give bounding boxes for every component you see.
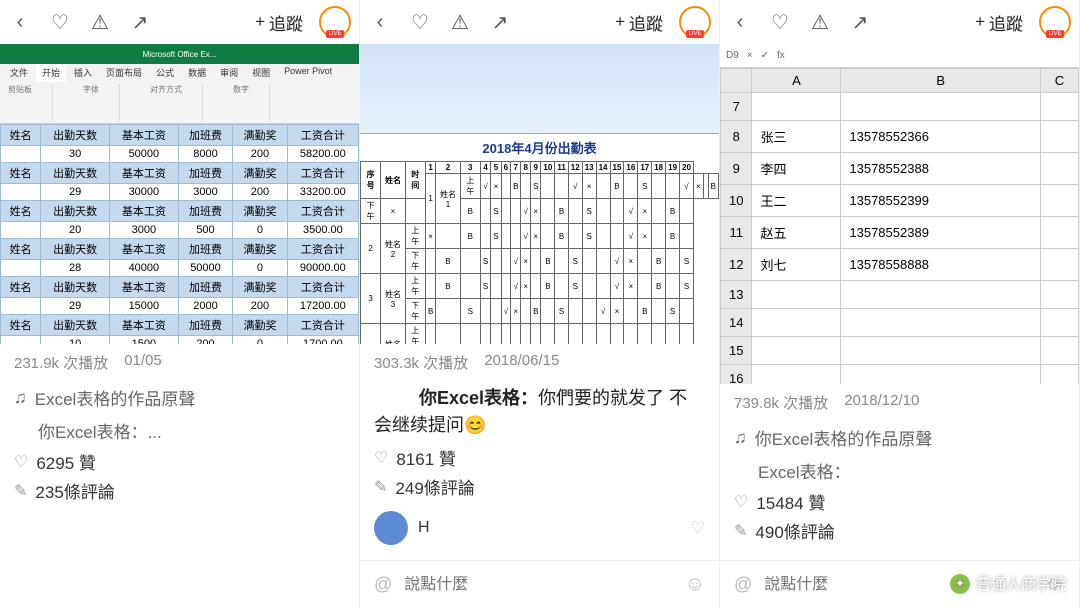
commenter-initial: H bbox=[418, 519, 430, 537]
play-meta: 231.9k 次播放 01/05 bbox=[0, 344, 359, 381]
comment-icon: ✎ bbox=[14, 481, 27, 501]
spreadsheet-table: ABC78张三135785523669李四1357855238810王二1357… bbox=[720, 68, 1079, 384]
play-count: 231.9k 次播放 bbox=[14, 352, 108, 373]
heart-icon[interactable]: ♡ bbox=[408, 10, 432, 35]
music-icon: ♫ bbox=[14, 388, 27, 408]
play-meta: 739.8k 次播放 2018/12/10 bbox=[720, 384, 1079, 421]
excel-tabs: 文件 开始 插入 页面布局 公式 数据 审阅 视图 Power Pivot bbox=[0, 64, 359, 82]
likes-line[interactable]: ♡ 8161 贊 bbox=[360, 443, 719, 472]
warning-icon[interactable]: ⚠ bbox=[88, 10, 112, 35]
description: 你Excel表格：你們要的就发了 不会继续提问😊 bbox=[360, 381, 719, 443]
attendance-grid: 序号姓名时间12345678910111213141516171819201姓名… bbox=[360, 161, 719, 344]
heart-outline-icon: ♡ bbox=[14, 452, 28, 472]
excel-ribbon-groups: 剪贴板 字体 对齐方式 数字 bbox=[0, 82, 359, 124]
video-thumbnail[interactable]: D9 ×✓ fx ABC78张三135785523669李四1357855238… bbox=[720, 44, 1079, 384]
comments-line[interactable]: ✎ 235條評論 bbox=[0, 476, 359, 505]
excel-sheet: 姓名出勤天数基本工资加班费满勤奖工资合计3050000800020058200.… bbox=[0, 124, 359, 344]
fx-icon: fx bbox=[777, 50, 785, 61]
topbar: ‹ ♡ ⚠ ↗ +追蹤 bbox=[720, 0, 1079, 44]
video-thumbnail[interactable]: 2018年4月份出勤表 序号姓名时间1234567891011121314151… bbox=[360, 44, 719, 344]
mention-icon[interactable]: @ bbox=[734, 574, 752, 595]
attendance-title: 2018年4月份出勤表 bbox=[360, 134, 719, 161]
heart-outline-icon: ♡ bbox=[734, 492, 748, 512]
author-line[interactable]: 你Excel表格：... bbox=[0, 414, 359, 447]
topbar: ‹ ♡ ⚠ ↗ + 追蹤 bbox=[0, 0, 359, 44]
heart-outline-icon: ♡ bbox=[374, 448, 388, 468]
comments-line[interactable]: ✎ 490條評論 bbox=[720, 516, 1079, 545]
avatar-live-icon[interactable] bbox=[319, 6, 351, 38]
heart-outline-icon[interactable]: ♡ bbox=[691, 518, 705, 538]
heart-icon[interactable]: ♡ bbox=[768, 10, 792, 35]
video-panel-1: ‹ ♡ ⚠ ↗ + 追蹤 Microsoft Office Ex... 文件 开… bbox=[0, 0, 360, 608]
play-count: 739.8k 次播放 bbox=[734, 392, 828, 413]
play-meta: 303.3k 次播放 2018/06/15 bbox=[360, 344, 719, 381]
warning-icon[interactable]: ⚠ bbox=[808, 10, 832, 35]
video-thumbnail[interactable]: Microsoft Office Ex... 文件 开始 插入 页面布局 公式 … bbox=[0, 44, 359, 344]
play-date: 2018/12/10 bbox=[844, 392, 919, 413]
topbar: ‹ ♡ ⚠ ↗ +追蹤 bbox=[360, 0, 719, 44]
follow-button[interactable]: +追蹤 bbox=[975, 10, 1023, 35]
play-date: 01/05 bbox=[124, 352, 162, 373]
follow-button[interactable]: + 追蹤 bbox=[255, 10, 303, 35]
emoji-icon[interactable]: ☺ bbox=[685, 573, 705, 596]
comment-bar: @ ☺ bbox=[360, 560, 719, 608]
formula-bar: D9 ×✓ fx bbox=[720, 44, 1079, 68]
warning-icon[interactable]: ⚠ bbox=[448, 10, 472, 35]
mention-icon[interactable]: @ bbox=[374, 574, 392, 595]
author-line[interactable]: Excel表格： bbox=[720, 454, 1079, 487]
likes-line[interactable]: ♡ 15484 贊 bbox=[720, 487, 1079, 516]
comment-icon: ✎ bbox=[374, 477, 387, 497]
excel-titlebar: Microsoft Office Ex... bbox=[0, 44, 359, 64]
back-icon[interactable]: ‹ bbox=[8, 11, 32, 34]
music-icon: ♫ bbox=[734, 428, 747, 448]
excel-ribbon: Microsoft Office Ex... 文件 开始 插入 页面布局 公式 … bbox=[0, 44, 359, 124]
sound-line[interactable]: ♫ Excel表格的作品原聲 bbox=[0, 381, 359, 414]
back-icon[interactable]: ‹ bbox=[368, 11, 392, 34]
watermark: ✦ 普通人商学院 bbox=[950, 573, 1066, 594]
video-panel-2: ‹ ♡ ⚠ ↗ +追蹤 2018年4月份出勤表 序号姓名时间1234567891… bbox=[360, 0, 720, 608]
video-panel-3: ‹ ♡ ⚠ ↗ +追蹤 D9 ×✓ fx ABC78张三135785523669… bbox=[720, 0, 1080, 608]
share-icon[interactable]: ↗ bbox=[488, 10, 512, 35]
avatar-live-icon[interactable] bbox=[679, 6, 711, 38]
old-excel-ribbon bbox=[360, 44, 719, 134]
follow-button[interactable]: +追蹤 bbox=[615, 10, 663, 35]
cell-ref: D9 bbox=[726, 50, 739, 61]
comment-input[interactable] bbox=[404, 576, 672, 594]
avatar-live-icon[interactable] bbox=[1039, 6, 1071, 38]
play-count: 303.3k 次播放 bbox=[374, 352, 468, 373]
comments-line[interactable]: ✎ 249條評論 bbox=[360, 472, 719, 501]
comment-icon: ✎ bbox=[734, 521, 747, 541]
likes-line[interactable]: ♡ 6295 贊 bbox=[0, 447, 359, 476]
share-icon[interactable]: ↗ bbox=[848, 10, 872, 35]
back-icon[interactable]: ‹ bbox=[728, 11, 752, 34]
play-date: 2018/06/15 bbox=[484, 352, 559, 373]
sound-line[interactable]: ♫ 你Excel表格的作品原聲 bbox=[720, 421, 1079, 454]
share-icon[interactable]: ↗ bbox=[128, 10, 152, 35]
wechat-icon: ✦ bbox=[950, 574, 970, 594]
heart-icon[interactable]: ♡ bbox=[48, 10, 72, 35]
commenter-avatar[interactable] bbox=[374, 511, 408, 545]
